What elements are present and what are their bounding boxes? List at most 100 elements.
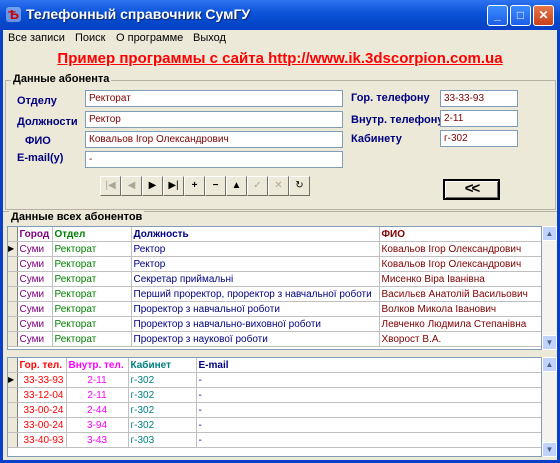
table-row[interactable]: ▶ 33-33-93 2-11 г-302- (8, 372, 541, 388)
cell-email[interactable]: - (196, 417, 541, 433)
scroll-down-icon[interactable]: ▼ (542, 335, 557, 350)
col-header-fio[interactable]: ФИО (379, 227, 541, 242)
cell-city-phone[interactable]: 33-12-04 (17, 387, 67, 403)
cell-fio[interactable]: Ковальов Ігор Олександрович (379, 256, 541, 272)
cell-fio[interactable]: Ковальов Ігор Олександрович (379, 241, 541, 257)
cell-dept[interactable]: Ректорат (52, 301, 132, 317)
last-record-button[interactable]: ▶| (163, 176, 184, 196)
scroll-up-icon[interactable]: ▲ (542, 357, 557, 372)
cell-inner-phone[interactable]: 2-11 (66, 387, 129, 403)
cell-city-phone[interactable]: 33-00-24 (17, 417, 67, 433)
table-row[interactable]: 33-40-93 3-43 г-303- (8, 432, 541, 448)
cell-email[interactable]: - (196, 387, 541, 403)
cell-position[interactable]: Секретар приймальні (131, 271, 380, 287)
cell-inner-phone[interactable]: 2-11 (66, 372, 129, 388)
position-field[interactable]: Ректор (85, 111, 343, 128)
menu-search[interactable]: Поиск (75, 32, 105, 44)
dept-field[interactable]: Ректорат (85, 90, 343, 107)
cell-email[interactable]: - (196, 372, 541, 388)
cell-city[interactable]: Суми (17, 241, 53, 257)
cell-position[interactable]: Проректор з навчально-виховної роботи (131, 316, 380, 332)
cell-email[interactable]: - (196, 402, 541, 418)
email-field[interactable]: - (85, 151, 343, 168)
table-row[interactable]: 33-00-24 3-94 г-302- (8, 417, 541, 433)
cell-city[interactable]: Суми (17, 301, 53, 317)
back-button[interactable]: << (443, 179, 500, 200)
cell-city[interactable]: Суми (17, 316, 53, 332)
cancel-record-button[interactable]: ✕ (268, 176, 289, 196)
room-field[interactable]: г-302 (440, 130, 518, 147)
cell-position[interactable]: Ректор (131, 241, 380, 257)
cell-fio[interactable]: Волков Микола Іванович (379, 301, 541, 317)
cell-dept[interactable]: Ректорат (52, 286, 132, 302)
cell-fio[interactable]: Васильєв Анатолій Васильович (379, 286, 541, 302)
col-header-inner-phone[interactable]: Внутр. тел. (66, 358, 129, 373)
promo-link[interactable]: Пример программы с сайта http://www.ik.3… (3, 50, 557, 67)
table-row[interactable]: Суми Ректорат Перший проректор, проректор … (8, 286, 541, 302)
scroll-down-icon[interactable]: ▼ (542, 442, 557, 457)
cell-room[interactable]: г-303 (128, 432, 197, 448)
menu-about[interactable]: О программе (116, 32, 183, 44)
cell-inner-phone[interactable]: 3-94 (66, 417, 129, 433)
edit-record-button[interactable]: ▲ (226, 176, 247, 196)
cell-fio[interactable]: Левченко Людмила Степанівна (379, 316, 541, 332)
refresh-button[interactable]: ↻ (289, 176, 310, 196)
next-record-button[interactable]: ▶ (142, 176, 163, 196)
contacts-grid[interactable]: Гор. тел. Внутр. тел. Кабинет E-mail ▶ 33… (7, 357, 542, 457)
fio-field[interactable]: Ковальов Ігор Олександрович (85, 131, 343, 148)
col-header-dept[interactable]: Отдел (52, 227, 132, 242)
table-row[interactable]: 33-00-24 2-44 г-302- (8, 402, 541, 418)
cell-room[interactable]: г-302 (128, 417, 197, 433)
cell-dept[interactable]: Ректорат (52, 331, 132, 347)
table-row[interactable]: 33-12-04 2-11 г-302- (8, 387, 541, 403)
col-header-city-phone[interactable]: Гор. тел. (17, 358, 67, 373)
cell-email[interactable]: - (196, 432, 541, 448)
prior-record-button[interactable]: ◀ (121, 176, 142, 196)
subscribers-grid[interactable]: Город Отдел Должность ФИО ▶ Суми Ректорат Р… (7, 226, 542, 350)
col-header-position[interactable]: Должность (131, 227, 380, 242)
cell-dept[interactable]: Ректорат (52, 241, 132, 257)
table-row[interactable]: ▶ Суми Ректорат Ректор Ковальов Ігор Олексан… (8, 241, 541, 257)
menu-exit[interactable]: Выход (193, 32, 226, 44)
cell-position[interactable]: Перший проректор, проректор з навчальної… (131, 286, 380, 302)
cell-inner-phone[interactable]: 3-43 (66, 432, 129, 448)
contacts-scrollbar[interactable]: ▲ ▼ (542, 357, 557, 457)
table-row[interactable]: Суми Ректорат Проректор з навчально-виховн… (8, 316, 541, 332)
col-header-room[interactable]: Кабинет (128, 358, 197, 373)
cell-dept[interactable]: Ректорат (52, 256, 132, 272)
cell-dept[interactable]: Ректорат (52, 316, 132, 332)
cell-city[interactable]: Суми (17, 286, 53, 302)
cell-room[interactable]: г-302 (128, 402, 197, 418)
cell-fio[interactable]: Мисенко Віра Іванівна (379, 271, 541, 287)
cell-city-phone[interactable]: 33-40-93 (17, 432, 67, 448)
scroll-up-icon[interactable]: ▲ (542, 226, 557, 241)
menu-all-records[interactable]: Все записи (8, 32, 65, 44)
col-header-email[interactable]: E-mail (196, 358, 541, 373)
close-button[interactable]: ✕ (533, 5, 554, 26)
title-bar[interactable]: Ѣ Телефонный справочник СумГУ _ □ ✕ (0, 0, 560, 30)
delete-record-button[interactable]: − (205, 176, 226, 196)
cell-fio[interactable]: Хворост В.А. (379, 331, 541, 347)
cell-city[interactable]: Суми (17, 271, 53, 287)
cell-dept[interactable]: Ректорат (52, 271, 132, 287)
table-row[interactable]: Суми Ректорат Ректор Ковальов Ігор Олександ… (8, 256, 541, 272)
city-phone-field[interactable]: 33-33-93 (440, 90, 518, 107)
cell-position[interactable]: Ректор (131, 256, 380, 272)
table-row[interactable]: Суми Ректорат Проректор з навчальної робот… (8, 301, 541, 317)
cell-city[interactable]: Суми (17, 331, 53, 347)
first-record-button[interactable]: |◀ (100, 176, 121, 196)
cell-inner-phone[interactable]: 2-44 (66, 402, 129, 418)
insert-record-button[interactable]: + (184, 176, 205, 196)
table-row[interactable]: Суми Ректорат Проректор з наукової роботи Х… (8, 331, 541, 347)
cell-position[interactable]: Проректор з наукової роботи (131, 331, 380, 347)
cell-city[interactable]: Суми (17, 256, 53, 272)
maximize-button[interactable]: □ (510, 5, 531, 26)
subscribers-scrollbar[interactable]: ▲ ▼ (542, 226, 557, 350)
minimize-button[interactable]: _ (487, 5, 508, 26)
col-header-city[interactable]: Город (17, 227, 53, 242)
table-row[interactable]: Суми Ректорат Секретар приймальні Мисенко В… (8, 271, 541, 287)
cell-room[interactable]: г-302 (128, 372, 197, 388)
inner-phone-field[interactable]: 2-11 (440, 110, 518, 127)
cell-position[interactable]: Проректор з навчальної роботи (131, 301, 380, 317)
cell-city-phone[interactable]: 33-33-93 (17, 372, 67, 388)
